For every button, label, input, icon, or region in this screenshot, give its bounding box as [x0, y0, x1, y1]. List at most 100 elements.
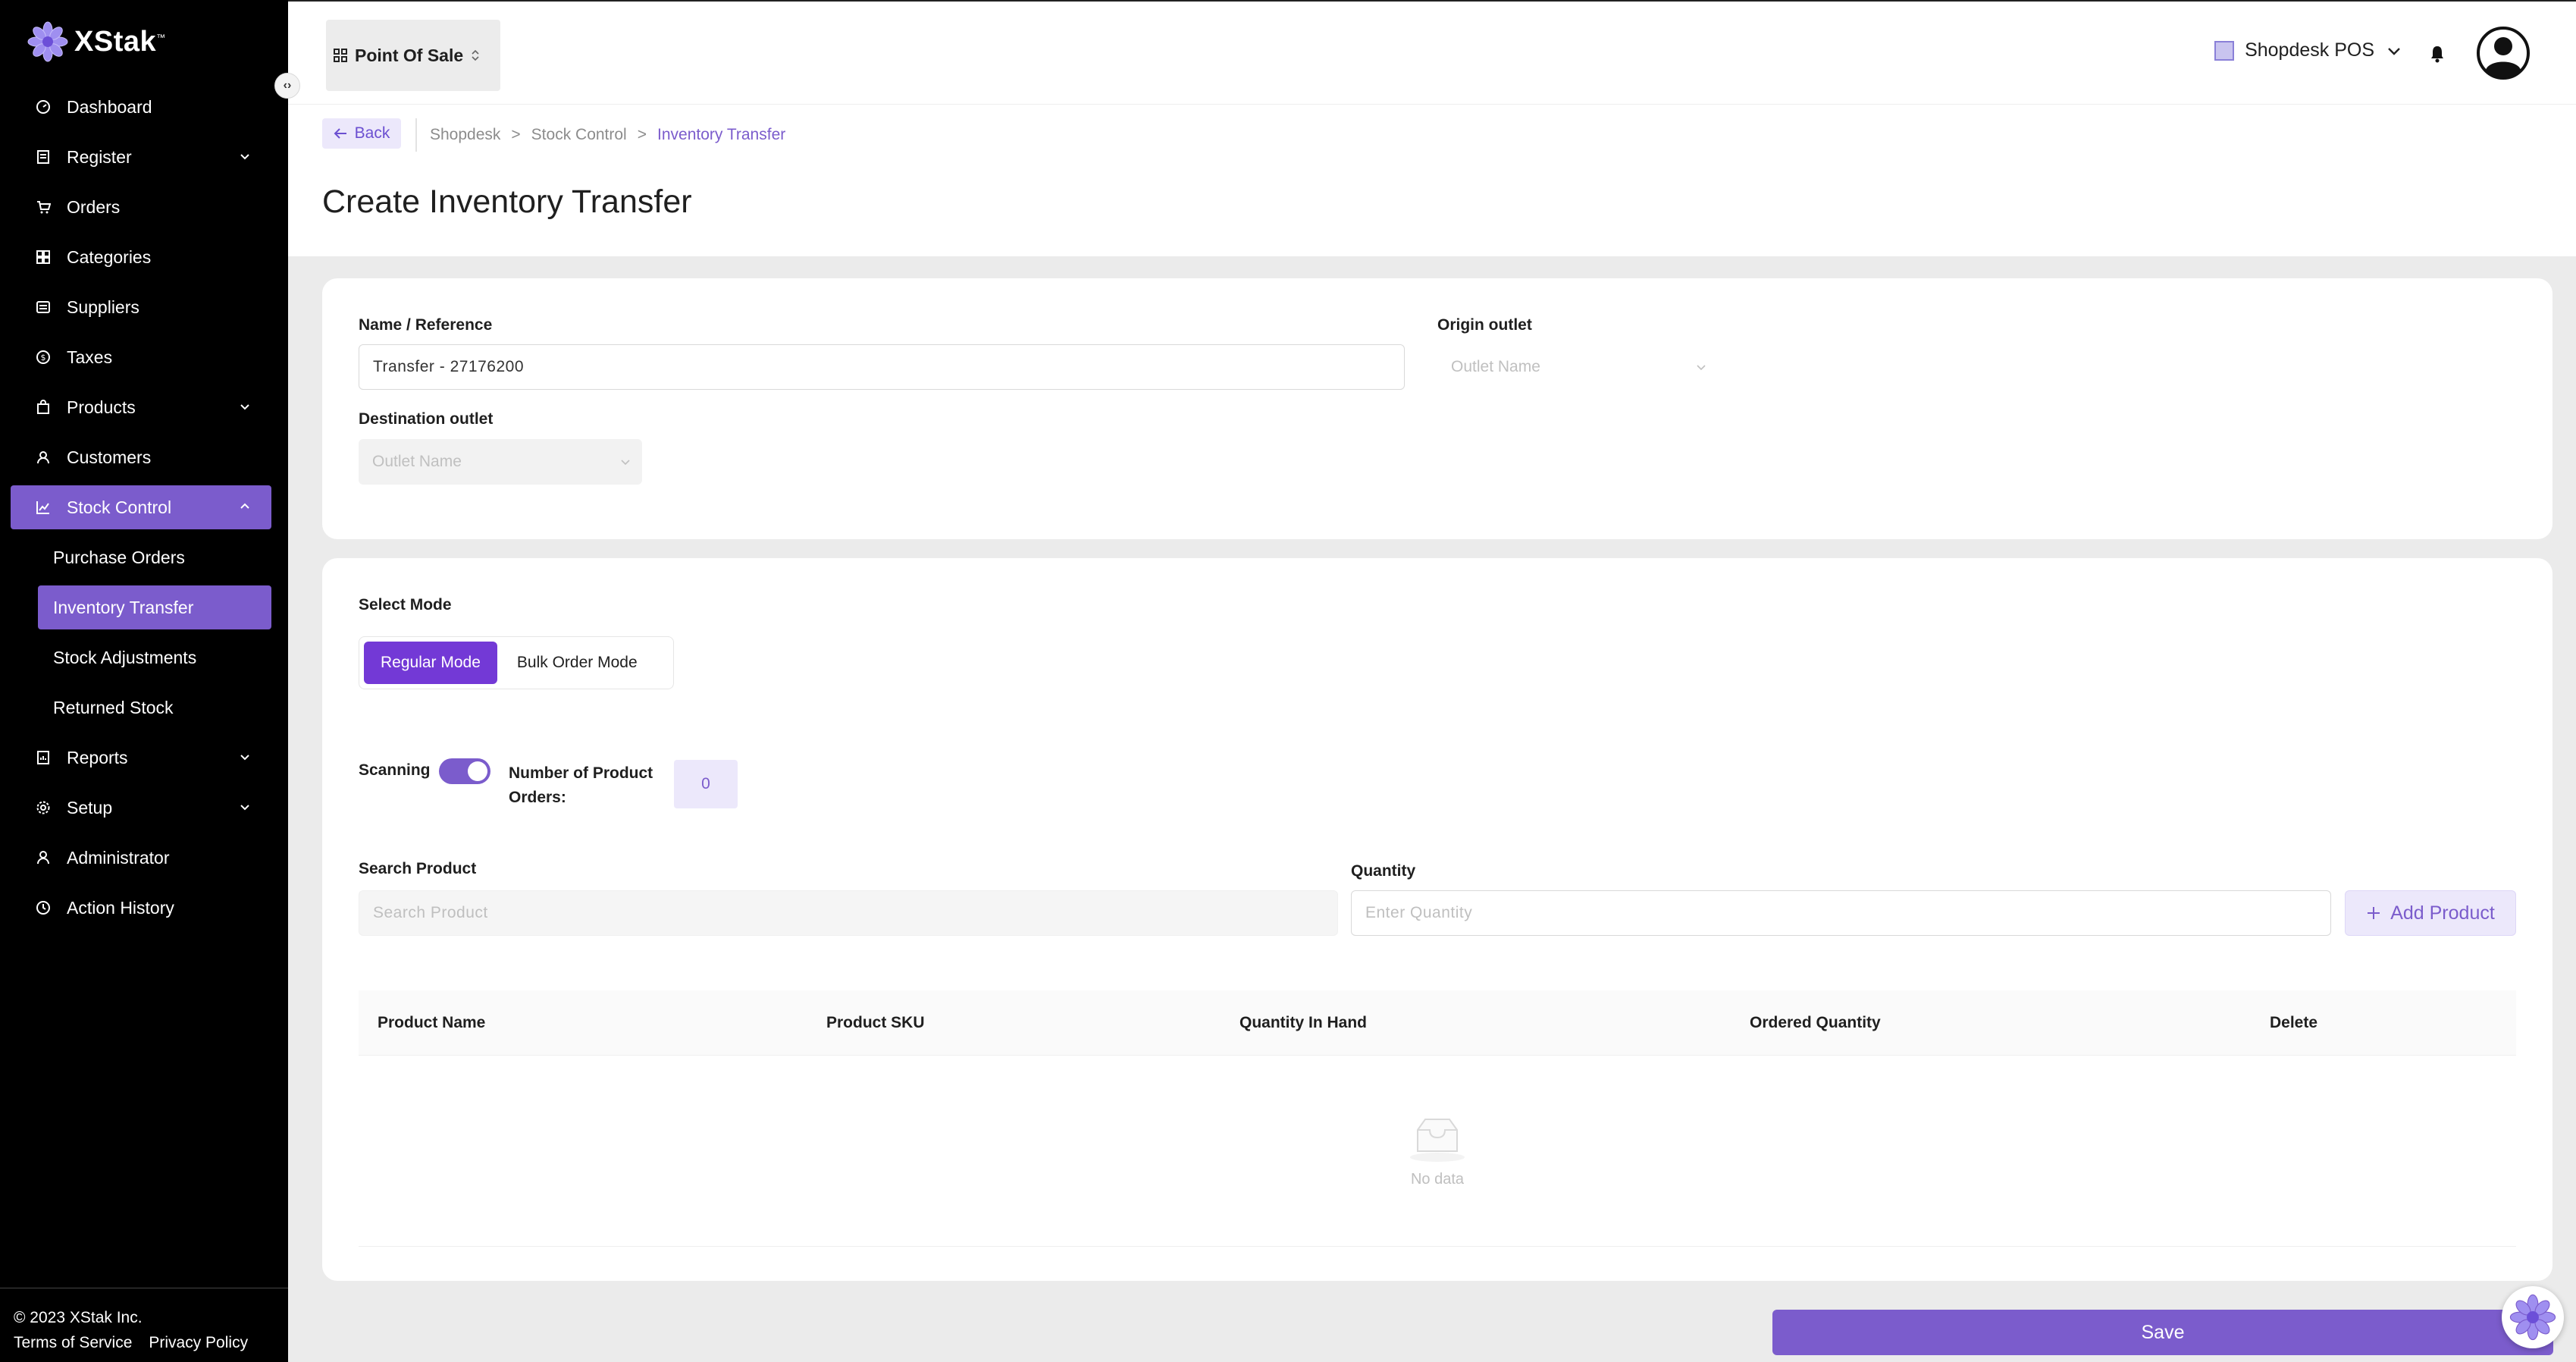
sidebar-item-label: Categories: [67, 246, 152, 267]
sidebar-subitem-purchase-orders[interactable]: Purchase Orders: [38, 535, 271, 579]
stock-control-submenu: Purchase Orders Inventory Transfer Stock…: [11, 535, 271, 730]
tax-icon: $: [35, 349, 52, 366]
report-icon: [35, 749, 52, 766]
app-switcher[interactable]: Point Of Sale: [326, 20, 500, 91]
destination-outlet-select[interactable]: Outlet Name: [359, 439, 642, 485]
sidebar-subitem-returned-stock[interactable]: Returned Stock: [38, 686, 271, 730]
bell-icon[interactable]: [2429, 44, 2446, 64]
register-icon: [35, 149, 52, 165]
gear-icon: [35, 799, 52, 816]
chevron-down-icon: [240, 805, 249, 811]
chevron-up-icon: [240, 503, 249, 509]
toggle-knob: [468, 761, 487, 781]
sidebar-item-orders[interactable]: Orders: [11, 185, 271, 229]
chevron-down-icon: [2388, 47, 2400, 55]
bulk-order-mode-button[interactable]: Bulk Order Mode: [500, 642, 654, 684]
sidebar-item-label: Orders: [67, 196, 121, 217]
scanning-toggle[interactable]: [439, 758, 490, 784]
destination-outlet-label: Destination outlet: [359, 410, 494, 428]
floating-help-button[interactable]: [2502, 1286, 2564, 1348]
sidebar-item-categories[interactable]: Categories: [11, 235, 271, 279]
column-ordered-quantity: Ordered Quantity: [1750, 1014, 1881, 1031]
admin-icon: [35, 849, 52, 866]
supplier-icon: [35, 299, 52, 315]
quantity-input[interactable]: Enter Quantity: [1351, 890, 2331, 936]
top-header: Point Of Sale Shopdesk POS: [288, 0, 2576, 105]
search-product-label: Search Product: [359, 860, 477, 877]
app-switcher-label: Point Of Sale: [355, 45, 464, 65]
sort-arrows-icon: [472, 49, 479, 61]
breadcrumb-separator: >: [511, 126, 521, 143]
sidebar-subitem-stock-adjustments[interactable]: Stock Adjustments: [38, 635, 271, 679]
regular-mode-button[interactable]: Regular Mode: [364, 642, 497, 684]
dashboard-icon: [35, 99, 52, 115]
history-icon: [35, 899, 52, 916]
chart-icon: [35, 499, 52, 516]
sidebar-item-label: Suppliers: [67, 297, 139, 317]
store-selector[interactable]: Shopdesk POS: [2214, 39, 2403, 61]
mode-segmented-control: Regular Mode Bulk Order Mode: [359, 636, 674, 689]
sidebar-item-administrator[interactable]: Administrator: [11, 836, 271, 880]
sidebar-item-dashboard[interactable]: Dashboard: [11, 85, 271, 129]
back-label: Back: [354, 124, 390, 142]
brand-name: XStak™: [74, 25, 166, 58]
sidebar-collapse-toggle[interactable]: ‹›: [274, 73, 300, 99]
svg-text:$: $: [41, 353, 46, 362]
terms-link[interactable]: Terms of Service: [14, 1334, 132, 1351]
sidebar-item-reports[interactable]: Reports: [11, 736, 271, 780]
cart-icon: [35, 199, 52, 215]
privacy-link[interactable]: Privacy Policy: [149, 1334, 248, 1351]
store-icon: [2214, 40, 2235, 61]
back-button[interactable]: Back: [322, 118, 401, 149]
products-table: Product Name Product SKU Quantity In Han…: [359, 990, 2516, 1247]
quantity-label: Quantity: [1351, 862, 1416, 880]
chevron-down-icon: [621, 460, 630, 466]
select-mode-label: Select Mode: [359, 596, 452, 614]
code-arrows-icon: ‹›: [283, 79, 292, 92]
product-orders-count-label: Number of Product Orders:: [509, 764, 653, 806]
origin-outlet-select[interactable]: Outlet Name: [1437, 344, 1718, 390]
sidebar-item-setup[interactable]: Setup: [11, 786, 271, 830]
sidebar-item-stock-control[interactable]: Stock Control: [11, 485, 271, 529]
sidebar-item-label: Action History: [67, 897, 174, 918]
column-delete: Delete: [2270, 1014, 2318, 1031]
brand-logo[interactable]: XStak™: [26, 20, 166, 64]
column-product-sku: Product SKU: [826, 1014, 925, 1031]
sidebar-item-label: Reports: [67, 747, 128, 767]
save-button[interactable]: Save: [1772, 1310, 2553, 1355]
divider: [415, 118, 417, 152]
sidebar-item-label: Setup: [67, 797, 113, 818]
name-reference-input[interactable]: Transfer - 27176200: [359, 344, 1405, 390]
sidebar-item-taxes[interactable]: $ Taxes: [11, 335, 271, 379]
breadcrumb-stock-control[interactable]: Stock Control: [531, 126, 627, 144]
search-product-input[interactable]: Search Product: [359, 890, 1338, 936]
sidebar-item-register[interactable]: Register: [11, 135, 271, 179]
chevron-down-icon: [240, 154, 249, 160]
arrow-left-icon: [334, 128, 346, 139]
sidebar: XStak™ Dashboard Register Orders Categor…: [0, 0, 288, 1362]
add-product-button[interactable]: Add Product: [2345, 890, 2516, 936]
sidebar-item-label: Register: [67, 146, 132, 167]
table-header: Product Name Product SKU Quantity In Han…: [359, 990, 2516, 1056]
plus-icon: [2368, 907, 2380, 919]
sidebar-subitem-inventory-transfer[interactable]: Inventory Transfer: [38, 585, 271, 629]
products-card: Select Mode Regular Mode Bulk Order Mode…: [322, 558, 2552, 1281]
breadcrumb-shopdesk[interactable]: Shopdesk: [430, 126, 500, 144]
sidebar-item-action-history[interactable]: Action History: [11, 886, 271, 930]
sidebar-item-customers[interactable]: Customers: [11, 435, 271, 479]
table-empty-state: No data: [359, 1056, 2516, 1247]
user-icon: [35, 449, 52, 466]
copyright: © 2023 XStak Inc.: [14, 1309, 143, 1326]
store-name: Shopdesk POS: [2245, 39, 2374, 61]
empty-state-text: No data: [1410, 1170, 1465, 1188]
sidebar-item-suppliers[interactable]: Suppliers: [11, 285, 271, 329]
avatar[interactable]: [2476, 26, 2531, 80]
chevron-down-icon: [240, 755, 249, 761]
sidebar-item-label: Dashboard: [67, 96, 152, 117]
xstak-logo-icon: [2509, 1294, 2556, 1341]
destination-outlet-placeholder: Outlet Name: [372, 453, 462, 470]
column-quantity-in-hand: Quantity In Hand: [1239, 1014, 1367, 1031]
xstak-logo-icon: [27, 21, 68, 62]
sidebar-item-label: Products: [67, 397, 136, 417]
sidebar-item-products[interactable]: Products: [11, 385, 271, 429]
